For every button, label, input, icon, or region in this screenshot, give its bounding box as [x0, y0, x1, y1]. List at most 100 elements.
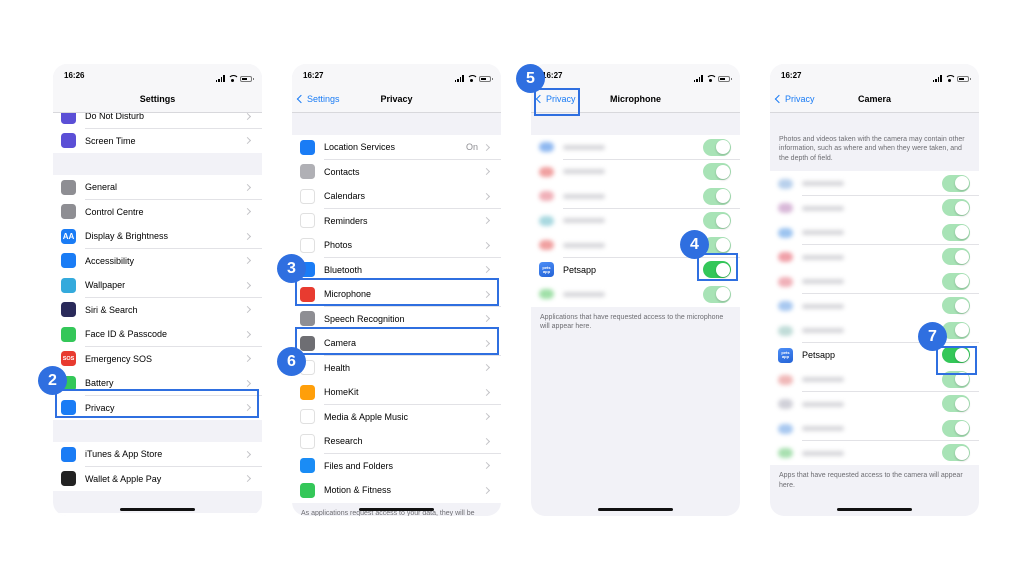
list-item-blurred-app [770, 318, 979, 343]
app-icon [778, 276, 793, 287]
list-item-bluetooth[interactable]: Bluetooth [292, 257, 501, 282]
list-item-label: Wallpaper [85, 280, 126, 291]
access-toggle[interactable] [942, 395, 970, 413]
list-item-contacts[interactable]: Contacts [292, 159, 501, 184]
list-item-label: iTunes & App Store [85, 449, 163, 460]
list-item-blurred-app [770, 195, 979, 221]
list-item-calendars[interactable]: Calendars [292, 184, 501, 209]
wifi-icon [467, 75, 478, 82]
nav-bar: Settings Privacy [292, 86, 501, 113]
research-icon [300, 433, 315, 449]
flower-icon [61, 277, 76, 293]
access-toggle[interactable] [942, 199, 970, 217]
folder-icon [300, 458, 315, 474]
list-item-general[interactable]: General [53, 175, 262, 200]
list-item-accessibility[interactable]: Accessibility [53, 248, 262, 273]
chevron-right-icon [482, 413, 491, 421]
appstore-icon [61, 446, 76, 462]
app-icon [778, 252, 793, 263]
list-item-itunes-and-app-store[interactable]: iTunes & App Store [53, 442, 262, 467]
chevron-right-icon [243, 232, 252, 240]
access-toggle[interactable] [942, 297, 970, 315]
list-item-display-and-brightness[interactable]: AA Display & Brightness [53, 224, 262, 249]
signal-icon [454, 75, 464, 82]
list-item-blurred-app [770, 416, 979, 441]
calendar-icon [300, 188, 315, 204]
list-item-wallpaper[interactable]: Wallpaper [53, 273, 262, 298]
list-item-label: Files and Folders [324, 460, 394, 471]
access-toggle[interactable] [703, 163, 731, 180]
list-item-label: Calendars [324, 191, 366, 202]
page-title: Settings [139, 94, 176, 104]
list-item-motion-and-fitness[interactable]: Motion & Fitness [292, 478, 501, 503]
step-badge-7: 7 [918, 322, 947, 351]
siri-icon [61, 302, 76, 318]
access-toggle[interactable] [703, 187, 731, 205]
list-item-photos[interactable]: Photos [292, 233, 501, 258]
blurred-app-info [778, 276, 844, 287]
petsapp-access-toggle[interactable] [703, 261, 731, 278]
app-name-redacted [802, 279, 844, 285]
app-name-redacted [802, 303, 844, 309]
list-item-passwords-and-accounts[interactable]: Passwords & Accounts [53, 513, 262, 516]
app-icon [778, 178, 793, 189]
wifi-icon [945, 75, 956, 82]
access-toggle[interactable] [703, 138, 731, 156]
list-item-emergency-sos[interactable]: SOS Emergency SOS [53, 346, 262, 371]
page-title: Microphone [610, 94, 661, 104]
microphone-icon [300, 286, 315, 302]
chevron-right-icon [243, 137, 252, 145]
list-item-homekit[interactable]: HomeKit [292, 380, 501, 405]
app-name-redacted [802, 401, 844, 407]
list-item-speech-recognition[interactable]: Speech Recognition [292, 306, 501, 331]
list-item-camera[interactable]: Camera [292, 331, 501, 356]
settings-group: iTunes & App Store Wallet & Apple Pay [53, 442, 262, 491]
list-item-microphone[interactable]: Microphone [292, 282, 501, 307]
list-item-privacy[interactable]: Privacy [53, 395, 262, 420]
app-icon [778, 448, 793, 459]
list-item-reminders[interactable]: Reminders [292, 208, 501, 233]
blurred-app-info [778, 301, 844, 312]
access-toggle[interactable] [942, 419, 970, 437]
list-item-media-and-apple-music[interactable]: Media & Apple Music [292, 404, 501, 429]
app-name-redacted [563, 193, 605, 199]
chevron-right-icon [482, 143, 491, 151]
access-toggle[interactable] [942, 444, 970, 462]
app-icon [778, 374, 793, 385]
access-toggle[interactable] [703, 285, 731, 303]
list-item-control-centre[interactable]: Control Centre [53, 199, 262, 224]
list-item-files-and-folders[interactable]: Files and Folders [292, 453, 501, 478]
app-name-redacted [563, 169, 605, 175]
list-item-label: Microphone [324, 289, 372, 300]
list-item-label: Reminders [324, 215, 368, 226]
list-item-siri-and-search[interactable]: Siri & Search [53, 297, 262, 322]
access-toggle[interactable] [942, 370, 970, 388]
access-toggle[interactable] [942, 174, 970, 192]
list-item-wallet-and-apple-pay[interactable]: Wallet & Apple Pay [53, 466, 262, 491]
app-icon [539, 289, 554, 300]
wifi-icon [228, 75, 239, 82]
signal-icon [932, 75, 942, 82]
access-toggle[interactable] [942, 272, 970, 290]
status-time: 16:27 [303, 71, 324, 80]
faceid-icon [61, 326, 76, 342]
list-item-research[interactable]: Research [292, 429, 501, 454]
status-bar: 16:27 [770, 64, 979, 86]
list-item-location-services[interactable]: Location Services On [292, 135, 501, 160]
access-toggle[interactable] [703, 212, 731, 229]
list-item-health[interactable]: Health [292, 355, 501, 380]
list-item-label: Motion & Fitness [324, 485, 392, 496]
list-item-label: HomeKit [324, 387, 359, 398]
camera-icon [300, 335, 315, 351]
settings-group: General Control Centre AA Display & Brightn… [53, 175, 262, 420]
petsapp-access-toggle[interactable] [942, 346, 970, 364]
blurred-app-info [539, 289, 605, 300]
list-item-blurred-app [531, 282, 740, 307]
list-item-battery[interactable]: Battery [53, 371, 262, 396]
chevron-right-icon [482, 266, 491, 274]
list-item-screen-time[interactable]: Screen Time [53, 128, 262, 153]
access-toggle[interactable] [942, 248, 970, 266]
access-toggle[interactable] [942, 223, 970, 241]
list-item-face-id-and-passcode[interactable]: Face ID & Passcode [53, 322, 262, 347]
